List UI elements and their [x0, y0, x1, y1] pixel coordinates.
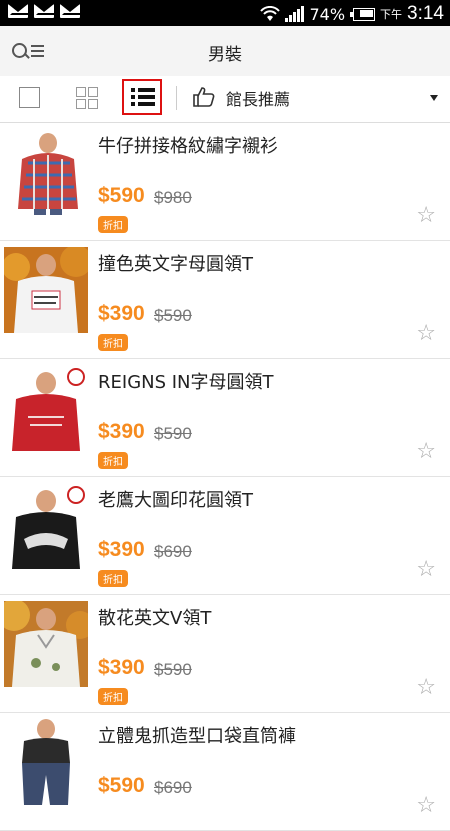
favorite-star-icon[interactable]: ☆ — [416, 439, 436, 464]
battery-icon — [350, 7, 376, 21]
original-price: $980 — [154, 188, 192, 207]
product-name[interactable]: 牛仔拼接格紋繡字襯衫 — [98, 132, 278, 158]
signal-icon — [285, 6, 305, 22]
battery-percent: 74% — [309, 4, 346, 24]
product-name[interactable]: 散花英文V領T — [98, 604, 211, 630]
product-price: $390 — [98, 538, 145, 561]
clock: 3:14 — [407, 3, 444, 24]
mail-icon — [60, 4, 80, 18]
grid-view-button[interactable] — [76, 87, 98, 109]
sort-dropdown[interactable]: 館長推薦 — [226, 86, 290, 110]
app-header: 男裝 — [0, 26, 450, 76]
product-name[interactable]: 老鷹大圖印花圓領T — [98, 486, 253, 512]
original-price: $690 — [154, 778, 192, 797]
product-item[interactable]: REIGNS IN字母圓領T $390 $590 折扣 ☆ — [0, 359, 450, 477]
product-price: $390 — [98, 656, 145, 679]
product-name[interactable]: REIGNS IN字母圓領T — [98, 368, 274, 394]
product-image[interactable] — [4, 483, 88, 569]
discount-badge: 折扣 — [98, 216, 128, 233]
page-title: 男裝 — [208, 45, 242, 65]
favorite-star-icon[interactable]: ☆ — [416, 203, 436, 228]
divider — [176, 86, 177, 110]
product-image[interactable] — [4, 365, 88, 451]
product-item[interactable]: 牛仔拼接格紋繡字襯衫 $590 $980 折扣 ☆ — [0, 123, 450, 241]
list-view-button[interactable] — [122, 79, 162, 115]
discount-badge: 折扣 — [98, 688, 128, 705]
notification-icons — [8, 4, 80, 18]
time-prefix: 下午 — [380, 8, 403, 21]
mail-icon — [34, 4, 54, 18]
discount-badge: 折扣 — [98, 334, 128, 351]
product-price: $390 — [98, 302, 145, 325]
favorite-star-icon[interactable]: ☆ — [416, 793, 436, 818]
original-price: $590 — [154, 660, 192, 679]
product-image[interactable] — [4, 129, 88, 215]
mail-icon — [8, 4, 28, 18]
product-item[interactable]: 撞色英文字母圓領T $390 $590 折扣 ☆ — [0, 241, 450, 359]
favorite-star-icon[interactable]: ☆ — [416, 557, 436, 582]
dropdown-arrow-icon[interactable] — [430, 95, 438, 101]
product-price: $590 — [98, 774, 145, 797]
discount-badge: 折扣 — [98, 452, 128, 469]
product-name[interactable]: 撞色英文字母圓領T — [98, 250, 253, 276]
product-image[interactable] — [4, 719, 88, 805]
product-image[interactable] — [4, 247, 88, 333]
original-price: $690 — [154, 542, 192, 561]
status-bar: 74% 下午 3:14 — [0, 0, 450, 26]
discount-badge: 折扣 — [98, 570, 128, 587]
product-list: 牛仔拼接格紋繡字襯衫 $590 $980 折扣 ☆ 撞色英文字母圓領T $390… — [0, 123, 450, 831]
product-name[interactable]: 立體鬼抓造型口袋直筒褲 — [98, 722, 296, 748]
favorite-star-icon[interactable]: ☆ — [416, 675, 436, 700]
thumbs-up-icon — [193, 87, 215, 107]
product-price: $590 — [98, 184, 145, 207]
view-toolbar: 館長推薦 — [0, 76, 450, 123]
product-image[interactable] — [4, 601, 88, 687]
product-item[interactable]: 立體鬼抓造型口袋直筒褲 $590 $690 ☆ — [0, 713, 450, 831]
single-view-button[interactable] — [19, 87, 40, 108]
product-item[interactable]: 散花英文V領T $390 $590 折扣 ☆ — [0, 595, 450, 713]
wifi-icon — [260, 6, 281, 21]
product-item[interactable]: 老鷹大圖印花圓領T $390 $690 折扣 ☆ — [0, 477, 450, 595]
original-price: $590 — [154, 306, 192, 325]
product-price: $390 — [98, 420, 145, 443]
original-price: $590 — [154, 424, 192, 443]
favorite-star-icon[interactable]: ☆ — [416, 321, 436, 346]
